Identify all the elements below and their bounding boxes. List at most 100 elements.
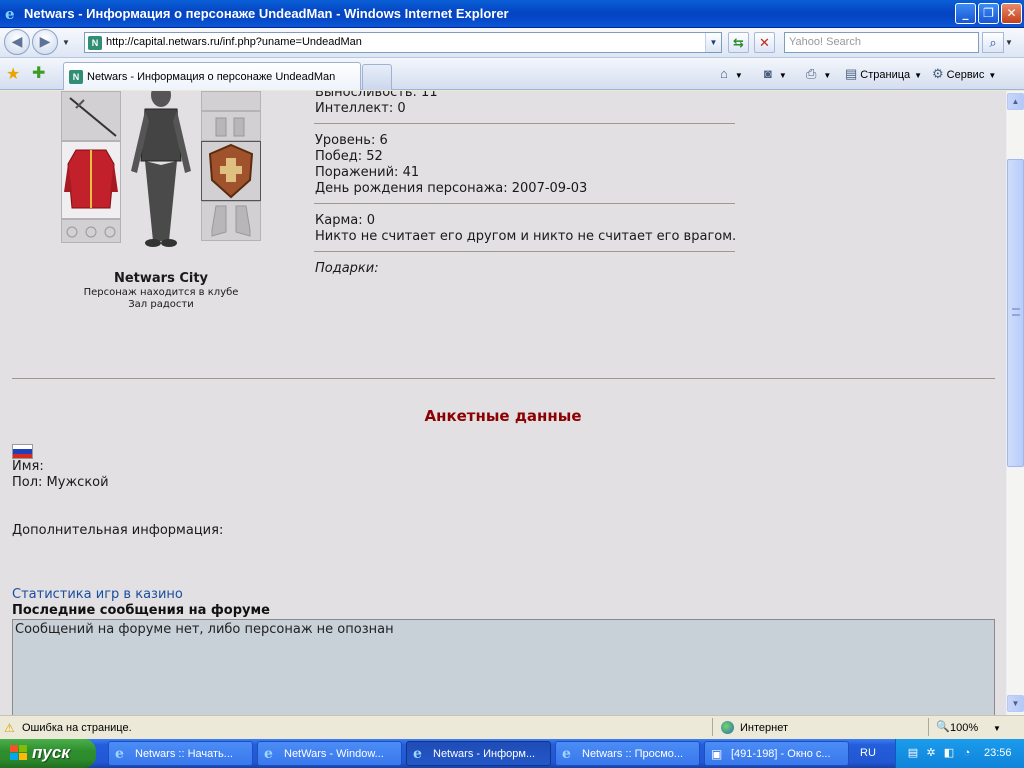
russia-flag-icon <box>12 444 33 459</box>
tray-volume-icon[interactable]: ◔ <box>960 746 974 760</box>
stat-losses: Поражений: 41 <box>315 165 420 180</box>
boots-icon <box>211 205 251 237</box>
tab-bar: ★ ✚ N Netwars - Информация о персонаже U… <box>0 58 1024 90</box>
zoom-level[interactable]: 100% <box>950 722 978 734</box>
taskbar-item[interactable]: e Netwars :: Начать... <box>108 741 253 766</box>
start-label: пуск <box>32 743 70 762</box>
add-favorite-icon[interactable]: ✚ <box>32 63 45 83</box>
home-icon: ⌂ <box>720 66 728 81</box>
window-icon: ▣ <box>711 747 723 761</box>
printer-icon: ⎙ <box>806 66 817 81</box>
minimize-button[interactable]: _ <box>955 3 976 24</box>
search-options-dropdown-icon[interactable]: ▼ <box>1005 38 1013 47</box>
stat-wins: Побед: 52 <box>315 149 383 164</box>
address-url[interactable]: http://capital.netwars.ru/inf.php?uname=… <box>106 36 362 48</box>
gloves-icon <box>215 117 245 137</box>
helmet-slot[interactable] <box>201 91 261 111</box>
scroll-up-button[interactable]: ▲ <box>1007 93 1024 110</box>
taskbar-item[interactable]: ▣ [491-198] - Окно с... <box>704 741 849 766</box>
feeds-button[interactable]: ◙ ▼ <box>764 66 787 81</box>
security-zone: Интернет <box>740 722 788 734</box>
new-tab-button[interactable] <box>362 64 392 90</box>
ie-icon: e <box>115 746 124 762</box>
refresh-button[interactable]: ⇆ <box>728 32 749 53</box>
scroll-thumb[interactable] <box>1007 159 1024 467</box>
language-indicator[interactable]: RU <box>860 747 876 759</box>
forum-section-title: Последние сообщения на форуме <box>12 603 270 618</box>
taskbar: пуск e Netwars :: Начать... e NetWars - Wi… <box>0 739 1024 768</box>
page-content: Netwars City Персонаж находится в клубе … <box>0 91 1006 715</box>
tab-favicon-icon: N <box>69 70 83 84</box>
status-error-text[interactable]: Ошибка на странице. <box>22 722 132 734</box>
window-title: Netwars - Информация о персонаже UndeadM… <box>24 6 509 21</box>
print-button[interactable]: ⎙ ▼ <box>806 66 831 82</box>
windows-logo-icon <box>10 745 27 760</box>
rss-icon: ◙ <box>764 66 772 81</box>
restore-button[interactable]: ❐ <box>978 3 999 24</box>
scroll-down-button[interactable]: ▼ <box>1007 695 1024 712</box>
stat-level: Уровень: 6 <box>315 133 388 148</box>
tray-display-icon[interactable]: ◧ <box>942 746 956 760</box>
character-figure-icon <box>131 91 191 247</box>
favorites-star-icon[interactable]: ★ <box>6 64 20 84</box>
site-favicon-icon: N <box>88 36 102 50</box>
recent-pages-dropdown-icon[interactable]: ▼ <box>62 38 70 47</box>
start-button[interactable]: пуск <box>0 739 96 768</box>
casino-stats-link[interactable]: Статистика игр в казино <box>12 587 183 602</box>
back-button[interactable]: ◀ <box>4 29 30 55</box>
divider <box>314 123 735 124</box>
rings-slot[interactable] <box>61 219 121 243</box>
stat-birthday: День рождения персонажа: 2007-09-03 <box>315 181 588 196</box>
clock[interactable]: 23:56 <box>984 747 1012 759</box>
tab-active[interactable]: N Netwars - Информация о персонаже Undea… <box>63 62 361 90</box>
section-divider <box>12 378 995 379</box>
taskbar-item[interactable]: e Netwars :: Просмо... <box>555 741 700 766</box>
stat-endurance: Выносливость: 11 <box>315 91 438 100</box>
forum-empty-message: Сообщений на форуме нет, либо персонаж н… <box>15 622 394 637</box>
status-bar: ⚠ Ошибка на странице. Интернет 🔍 100% ▼ <box>0 715 1024 739</box>
address-field[interactable]: N http://capital.netwars.ru/inf.php?unam… <box>84 32 722 53</box>
internet-globe-icon <box>721 721 734 734</box>
search-input[interactable]: Yahoo! Search <box>784 32 979 53</box>
shield-icon <box>208 143 254 199</box>
divider <box>314 251 735 252</box>
search-button[interactable]: ⌕ <box>982 32 1004 53</box>
grip-icon <box>1012 308 1020 316</box>
taskbar-item[interactable]: e NetWars - Window... <box>257 741 402 766</box>
shield-slot[interactable] <box>201 141 261 201</box>
vertical-scrollbar[interactable]: ▲ ▼ <box>1006 91 1024 715</box>
divider <box>712 718 713 736</box>
system-tray: ▤ ✲ ◧ ◔ 23:56 <box>895 739 1024 768</box>
profile-extra-info: Дополнительная информация: <box>12 523 224 538</box>
tray-settings-icon[interactable]: ✲ <box>924 746 938 760</box>
red-coat-icon <box>64 149 118 209</box>
stat-relations: Никто не считает его другом и никто не с… <box>315 229 737 244</box>
page-menu[interactable]: ▤ Страница ▼ <box>845 66 922 82</box>
page-menu-label: Страница <box>860 69 911 81</box>
close-button[interactable]: ✕ <box>1001 3 1022 24</box>
forward-button[interactable]: ▶ <box>32 29 58 55</box>
address-dropdown-icon[interactable]: ▼ <box>705 33 721 52</box>
page-icon: ▤ <box>845 66 858 81</box>
taskbar-item-active[interactable]: e Netwars - Информ... <box>406 741 551 766</box>
stat-intellect: Интеллект: 0 <box>315 101 406 116</box>
home-button[interactable]: ⌂ ▼ <box>720 66 743 81</box>
boots-slot[interactable] <box>201 201 261 241</box>
title-bar: e Netwars - Информация о персонаже Undea… <box>0 0 1024 28</box>
warning-icon[interactable]: ⚠ <box>4 721 15 735</box>
gloves-slot[interactable] <box>201 111 261 141</box>
divider <box>928 718 929 736</box>
zoom-dropdown-icon[interactable]: ▼ <box>993 724 1001 733</box>
tray-network-icon[interactable]: ▤ <box>906 746 920 760</box>
ie-icon: e <box>562 746 571 762</box>
tools-menu-label: Сервис <box>946 69 985 81</box>
ie-icon: e <box>264 746 273 762</box>
armor-slot[interactable] <box>61 141 121 219</box>
weapon-slot[interactable] <box>61 91 121 141</box>
zoom-icon[interactable]: 🔍 <box>936 720 950 733</box>
gifts-label: Подарки: <box>315 261 379 276</box>
stop-button[interactable]: ✕ <box>754 32 775 53</box>
ie-icon: e <box>413 746 422 762</box>
sword-icon <box>69 97 117 137</box>
tools-menu[interactable]: ⚙ Сервис ▼ <box>932 66 996 82</box>
